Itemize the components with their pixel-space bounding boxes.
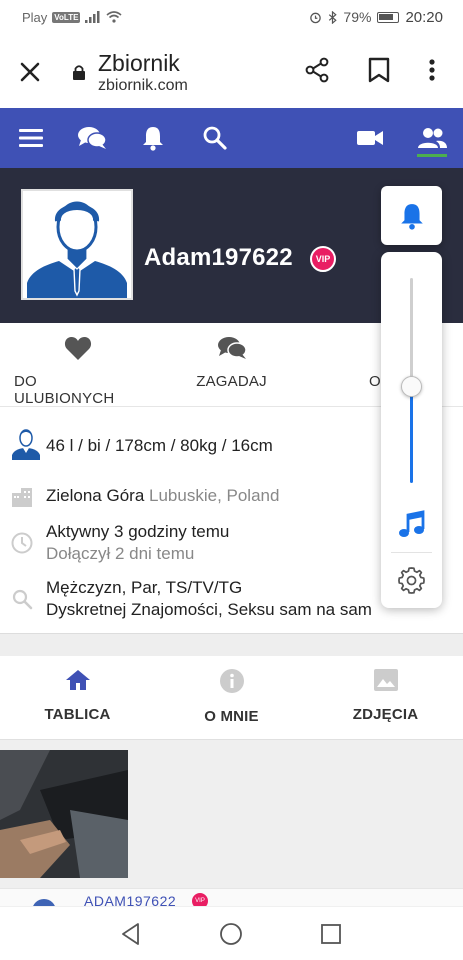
page-title: Zbiornik (98, 50, 180, 76)
site-nav-bar (0, 108, 463, 168)
tab-wall-label: TABLICA (44, 706, 111, 723)
status-bar: Play VoLTE 79% 20:20 (0, 0, 463, 34)
back-icon[interactable] (118, 921, 144, 947)
lock-icon (73, 65, 85, 80)
bluetooth-icon (329, 10, 338, 24)
chat-label: ZAGADAJ (196, 373, 267, 390)
avatar[interactable] (21, 189, 133, 300)
section-divider (0, 634, 463, 656)
looking-for-text: Mężczyzn, Par, TS/TV/TG (46, 578, 243, 597)
post-author-avatar[interactable] (32, 899, 56, 906)
more-vert-icon[interactable] (424, 56, 440, 84)
video-camera-icon[interactable] (354, 122, 386, 154)
clock: 20:20 (405, 8, 443, 26)
tab-photos[interactable]: ZDJĘCIA (322, 668, 449, 723)
panel-divider (391, 552, 432, 553)
photo-image (0, 750, 128, 878)
profile-username: Adam197622 (144, 244, 293, 271)
post-author-name[interactable]: ADAM197622 (84, 893, 176, 906)
volte-badge: VoLTE (52, 11, 81, 23)
tab-photos-label: ZDJĘCIA (352, 706, 419, 723)
share-icon[interactable] (303, 56, 331, 84)
tab-about[interactable]: O MNIE (168, 668, 295, 725)
notification-toggle-button[interactable] (381, 186, 442, 245)
active-nav-indicator (417, 154, 447, 157)
signal-icon (85, 11, 100, 23)
stats-text: 46 l / bi / 178cm / 80kg / 16cm (46, 436, 273, 455)
chat-icon (217, 337, 247, 359)
recents-icon[interactable] (318, 921, 344, 947)
image-icon (373, 669, 398, 691)
person-icon (11, 426, 41, 460)
vip-badge: VIP (310, 246, 336, 272)
music-note-icon[interactable] (397, 510, 427, 540)
system-nav-bar (0, 906, 463, 960)
joined-text: Dołączył 2 dni temu (46, 544, 195, 563)
home-icon (65, 670, 90, 690)
bell-icon (400, 203, 423, 230)
city-name: Zielona Góra (46, 486, 145, 505)
volume-slider-fill (410, 385, 413, 483)
profile-tabs: TABLICA O MNIE ZDJĘCIA (0, 656, 463, 740)
users-icon[interactable] (416, 122, 448, 154)
search-icon (12, 589, 33, 610)
location-text: Zielona Góra Lubuskie, Poland (46, 486, 279, 506)
page-url[interactable]: zbiornik.com (98, 77, 188, 95)
default-avatar-icon (23, 191, 131, 298)
volume-panel (381, 252, 442, 608)
post-header: ADAM197622 VIP (0, 888, 463, 906)
carrier-name: Play (22, 9, 48, 25)
close-tab-button[interactable] (16, 58, 44, 86)
search-icon[interactable] (199, 122, 231, 154)
last-active-text: Aktywny 3 godziny temu (46, 522, 230, 541)
chat-button[interactable]: ZAGADAJ (168, 335, 295, 390)
chat-icon[interactable] (76, 122, 108, 154)
tab-wall[interactable]: TABLICA (14, 668, 141, 723)
interests-text: Dyskretnej Znajomości, Seksu sam na sam (46, 600, 372, 619)
wall-feed: ADAM197622 VIP (0, 740, 463, 906)
gear-icon[interactable] (398, 567, 425, 594)
volume-slider-thumb[interactable] (401, 376, 422, 397)
wifi-icon (106, 11, 122, 23)
bell-icon[interactable] (137, 122, 169, 154)
add-to-favorites-button[interactable]: DO ULUBIONYCH (14, 335, 141, 407)
post-photo-thumbnail[interactable] (0, 750, 128, 878)
battery-icon (377, 11, 400, 23)
alarm-icon (310, 12, 322, 23)
post-vip-badge: VIP (192, 893, 208, 906)
home-button-icon[interactable] (218, 921, 244, 947)
add-to-favorites-label: DO ULUBIONYCH (14, 373, 115, 407)
battery-percent: 79% (343, 9, 372, 25)
browser-toolbar: Zbiornik zbiornik.com (0, 34, 463, 108)
info-icon (219, 669, 244, 693)
clock-icon (11, 532, 33, 554)
status-right: 79% 20:20 (309, 9, 443, 26)
bookmark-icon[interactable] (366, 56, 392, 84)
tab-about-label: O MNIE (204, 708, 259, 725)
city-icon (12, 488, 32, 507)
volume-slider-track[interactable] (410, 278, 413, 384)
region-name: Lubuskie, Poland (149, 486, 280, 505)
heart-icon (64, 337, 91, 360)
status-left: Play VoLTE (22, 10, 122, 25)
menu-icon[interactable] (15, 122, 47, 154)
